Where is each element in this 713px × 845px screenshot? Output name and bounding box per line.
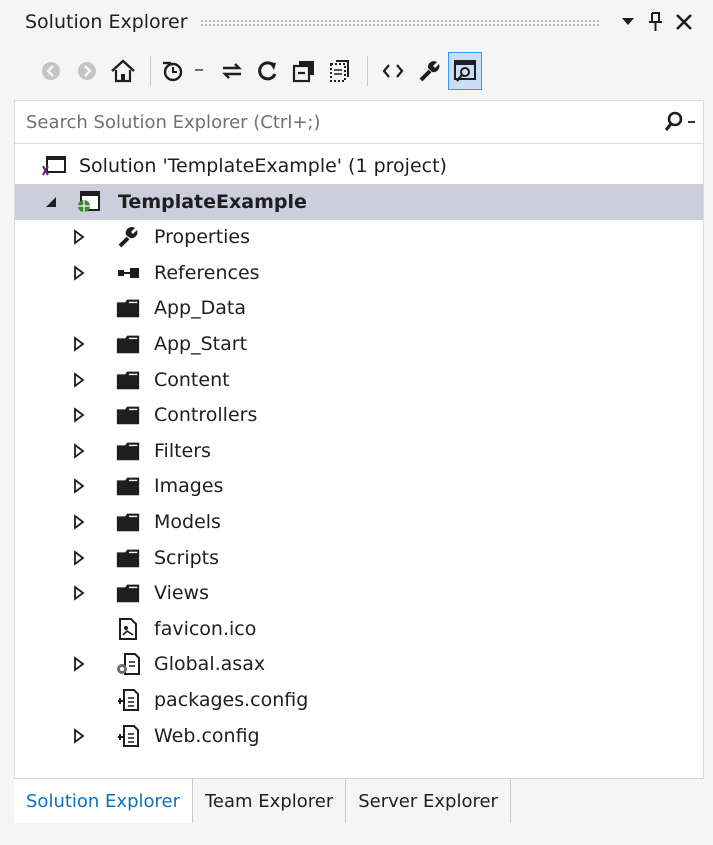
collapsed-arrow-icon[interactable] <box>71 371 87 388</box>
config-file-icon <box>115 687 141 713</box>
pin-icon[interactable] <box>643 9 669 35</box>
forward-icon[interactable] <box>70 52 104 90</box>
tree-item-label: favicon.ico <box>154 617 257 640</box>
folder-icon <box>115 438 141 464</box>
collapsed-arrow-icon[interactable] <box>71 229 87 245</box>
show-all-files-icon[interactable] <box>323 52 357 90</box>
refresh-icon[interactable] <box>251 52 285 90</box>
home-icon[interactable] <box>106 52 140 90</box>
expanded-arrow-icon[interactable] <box>43 194 59 210</box>
folder-icon <box>115 545 141 571</box>
collapsed-arrow-icon[interactable] <box>71 727 87 744</box>
config-file-icon <box>115 723 141 749</box>
view-code-icon[interactable] <box>376 52 410 90</box>
close-icon[interactable] <box>671 9 697 35</box>
tree-item-packages-config[interactable]: packages.config <box>15 682 703 718</box>
folder-icon <box>115 331 141 357</box>
tree-item-label: Models <box>154 511 221 533</box>
tree-item-filters[interactable]: Filters <box>15 433 703 469</box>
toolbar-separator <box>367 56 368 86</box>
collapsed-arrow-icon[interactable] <box>71 442 87 459</box>
search-box <box>14 100 704 144</box>
explorer-tabs: Solution Explorer Team Explorer Server E… <box>14 778 704 823</box>
search-icon[interactable] <box>657 101 703 143</box>
tab-team-explorer[interactable]: Team Explorer <box>193 779 347 823</box>
tree-item-label: Filters <box>154 439 211 462</box>
global-asax-icon <box>115 651 141 677</box>
tree-item-label: packages.config <box>154 689 309 711</box>
tree-item-label: Scripts <box>154 546 220 569</box>
folder-icon <box>115 367 141 393</box>
back-icon[interactable] <box>34 52 68 90</box>
preview-selected-icon[interactable] <box>448 52 482 90</box>
tree-item-content[interactable]: Content <box>15 362 703 398</box>
tree-item-solution-templateexample-1-project[interactable]: Solution 'TemplateExample' (1 project) <box>15 148 703 184</box>
sync-icon[interactable] <box>215 52 249 90</box>
tree-item-label: Content <box>154 368 230 391</box>
tree-item-properties[interactable]: Properties <box>15 219 703 255</box>
tree-item-label: Images <box>154 475 224 498</box>
collapsed-arrow-icon[interactable] <box>71 656 87 673</box>
tree-item-images[interactable]: Images <box>15 468 703 504</box>
collapsed-arrow-icon[interactable] <box>71 407 87 423</box>
title-bar: Solution Explorer <box>0 0 713 44</box>
tree-item-app-data[interactable]: App_Data <box>15 290 703 326</box>
tree-item-app-start[interactable]: App_Start <box>15 326 703 362</box>
collapsed-arrow-icon[interactable] <box>71 585 87 601</box>
tree-item-label: Web.config <box>154 724 260 747</box>
tree-item-label: App_Data <box>154 297 246 320</box>
drag-grip[interactable] <box>199 18 601 26</box>
collapsed-arrow-icon[interactable] <box>71 514 87 530</box>
tab-server-explorer[interactable]: Server Explorer <box>346 779 511 823</box>
toolbar <box>0 46 713 96</box>
tree-item-global-asax[interactable]: Global.asax <box>15 646 703 682</box>
pending-changes-icon[interactable] <box>159 52 213 90</box>
tree-item-label: Views <box>154 582 209 605</box>
tree-item-label: Controllers <box>154 404 258 427</box>
dropdown-icon[interactable] <box>615 9 641 35</box>
toolbar-separator <box>150 56 151 86</box>
tree-item-favicon-ico[interactable]: favicon.ico <box>15 611 703 647</box>
tab-solution-explorer[interactable]: Solution Explorer <box>14 779 193 823</box>
tree-item-label: TemplateExample <box>118 190 307 213</box>
wrench-icon <box>115 224 141 250</box>
tree-item-templateexample[interactable]: TemplateExample <box>15 183 703 220</box>
collapse-all-icon[interactable] <box>287 52 321 90</box>
folder-icon <box>115 580 141 606</box>
tree-item-models[interactable]: Models <box>15 504 703 540</box>
search-input[interactable] <box>15 110 657 134</box>
tree-item-label: Solution 'TemplateExample' (1 project) <box>79 155 447 177</box>
tree-item-views[interactable]: Views <box>15 575 703 611</box>
tree-item-label: Global.asax <box>154 653 266 676</box>
collapsed-arrow-icon[interactable] <box>71 549 87 566</box>
references-icon <box>115 260 141 286</box>
solution-icon <box>41 153 67 179</box>
tree-item-web-config[interactable]: Web.config <box>15 718 703 754</box>
tree-item-references[interactable]: References <box>15 255 703 291</box>
image-file-icon <box>115 616 141 642</box>
tree-item-scripts[interactable]: Scripts <box>15 540 703 576</box>
window-title: Solution Explorer <box>25 11 188 33</box>
tree-item-label: App_Start <box>154 333 248 355</box>
tree-item-controllers[interactable]: Controllers <box>15 397 703 433</box>
collapsed-arrow-icon[interactable] <box>71 264 87 281</box>
collapsed-arrow-icon[interactable] <box>71 336 87 352</box>
tree-item-label: Properties <box>154 226 251 249</box>
folder-icon <box>115 473 141 499</box>
properties-icon[interactable] <box>412 52 446 90</box>
tree-item-label: References <box>154 261 260 284</box>
folder-icon <box>115 509 141 535</box>
web-project-icon <box>75 189 101 215</box>
folder-icon <box>115 402 141 428</box>
collapsed-arrow-icon[interactable] <box>71 478 87 495</box>
folder-icon <box>115 295 141 321</box>
solution-tree: Solution 'TemplateExample' (1 project) Te… <box>14 144 704 778</box>
